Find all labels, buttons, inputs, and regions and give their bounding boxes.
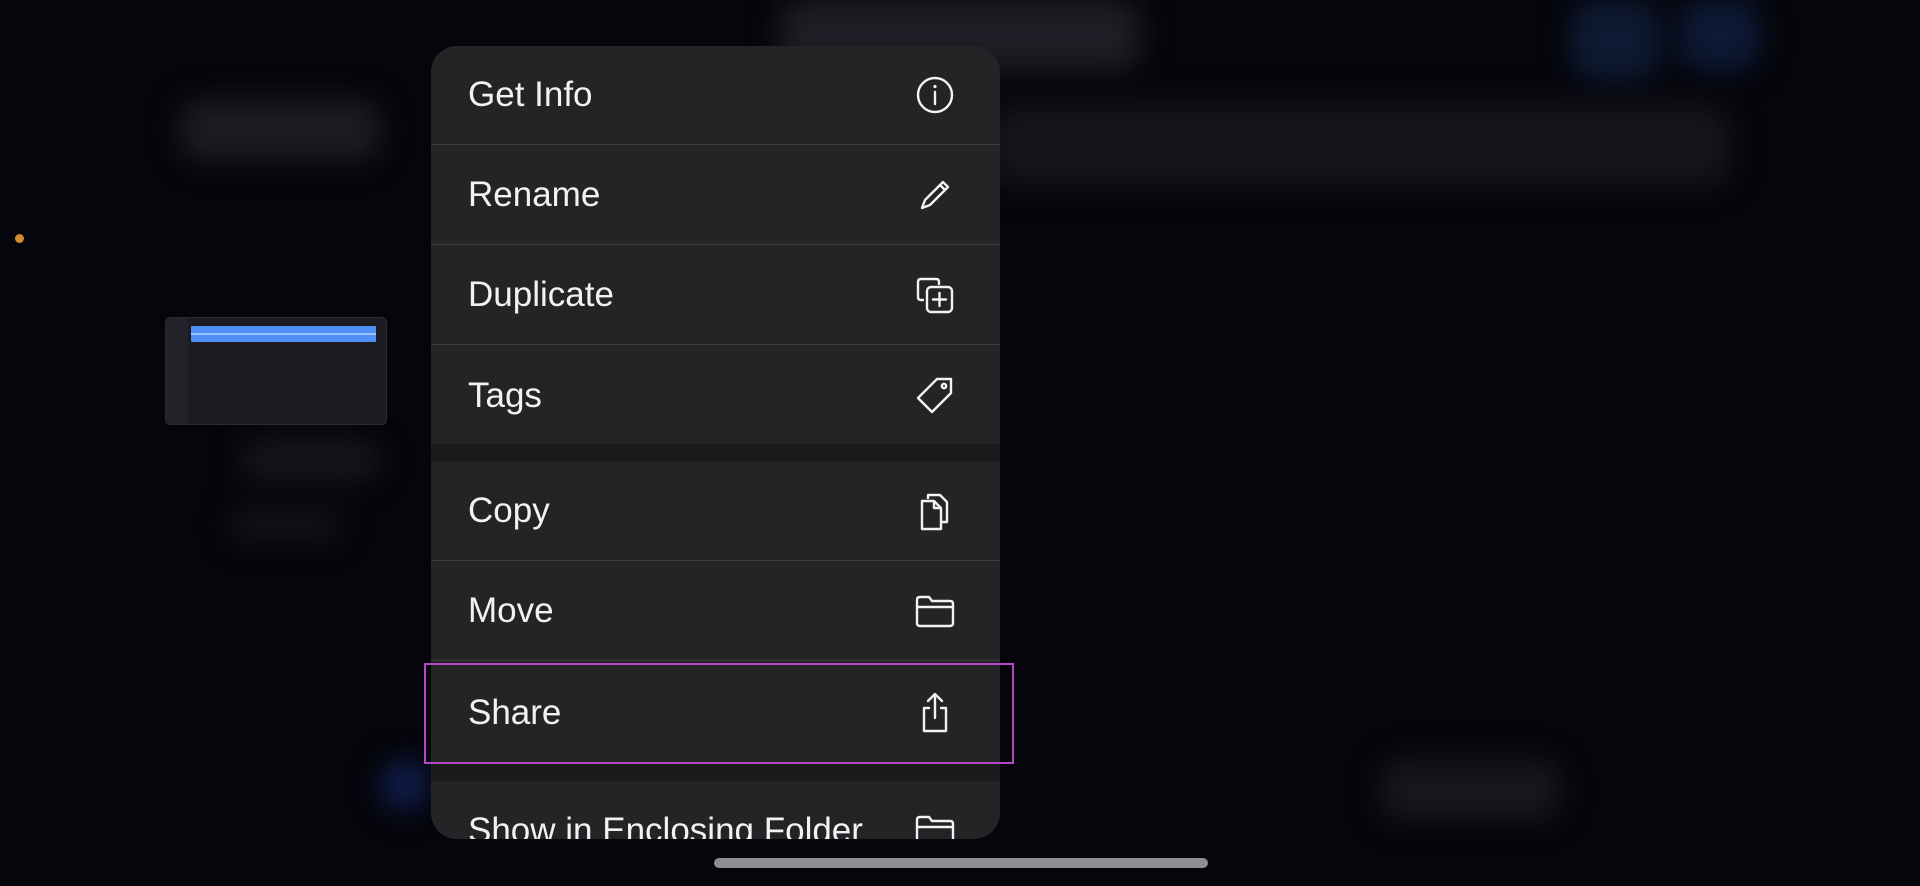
menu-item-copy[interactable]: Copy: [431, 462, 1000, 561]
duplicate-plus-icon: [912, 272, 958, 318]
menu-item-label: Get Info: [468, 75, 593, 114]
blurred-toolbar-button: [1680, 0, 1760, 70]
menu-group-separator: [431, 444, 1000, 462]
blurred-file-name: [240, 440, 380, 480]
share-icon: [912, 690, 958, 736]
file-thumbnail[interactable]: [165, 317, 387, 425]
menu-item-label: Duplicate: [468, 275, 614, 314]
blurred-toolbar-button: [1570, 0, 1660, 80]
thumbnail-track-header: [166, 318, 188, 424]
blurred-tab-item: [1380, 760, 1560, 820]
menu-item-duplicate[interactable]: Duplicate: [431, 246, 1000, 345]
menu-item-label: Rename: [468, 175, 601, 214]
thumbnail-audio-region: [191, 326, 376, 342]
screen: Get Info Rename Duplicate Tags Copy Move…: [0, 0, 1920, 886]
thumbnail-waveform: [191, 333, 376, 335]
folder-icon: [912, 808, 958, 839]
menu-item-get-info[interactable]: Get Info: [431, 46, 1000, 145]
menu-item-move[interactable]: Move: [431, 562, 1000, 661]
home-indicator[interactable]: [714, 858, 1208, 868]
menu-item-label: Show in Enclosing Folder: [468, 810, 863, 840]
blurred-tab-icon: [380, 760, 430, 810]
pencil-icon: [912, 172, 958, 218]
menu-item-show-in-enclosing-folder[interactable]: Show in Enclosing Folder: [431, 781, 1000, 839]
menu-item-label: Move: [468, 591, 554, 630]
menu-item-rename[interactable]: Rename: [431, 146, 1000, 245]
menu-item-tags[interactable]: Tags: [431, 346, 1000, 445]
blurred-toolbar-left: [180, 100, 380, 160]
menu-item-label: Copy: [468, 491, 550, 530]
status-dot: [15, 234, 24, 243]
menu-item-label: Tags: [468, 375, 542, 415]
tag-icon: [912, 373, 958, 419]
menu-group-separator: [431, 763, 1000, 781]
blurred-search-bar: [990, 105, 1730, 185]
info-circle-icon: [912, 72, 958, 118]
copy-documents-icon: [912, 488, 958, 534]
folder-icon: [912, 588, 958, 634]
context-menu: Get Info Rename Duplicate Tags Copy Move…: [431, 46, 1000, 839]
blurred-file-date: [230, 510, 340, 540]
menu-item-share[interactable]: Share: [431, 663, 1000, 762]
menu-item-label: Share: [468, 692, 562, 732]
